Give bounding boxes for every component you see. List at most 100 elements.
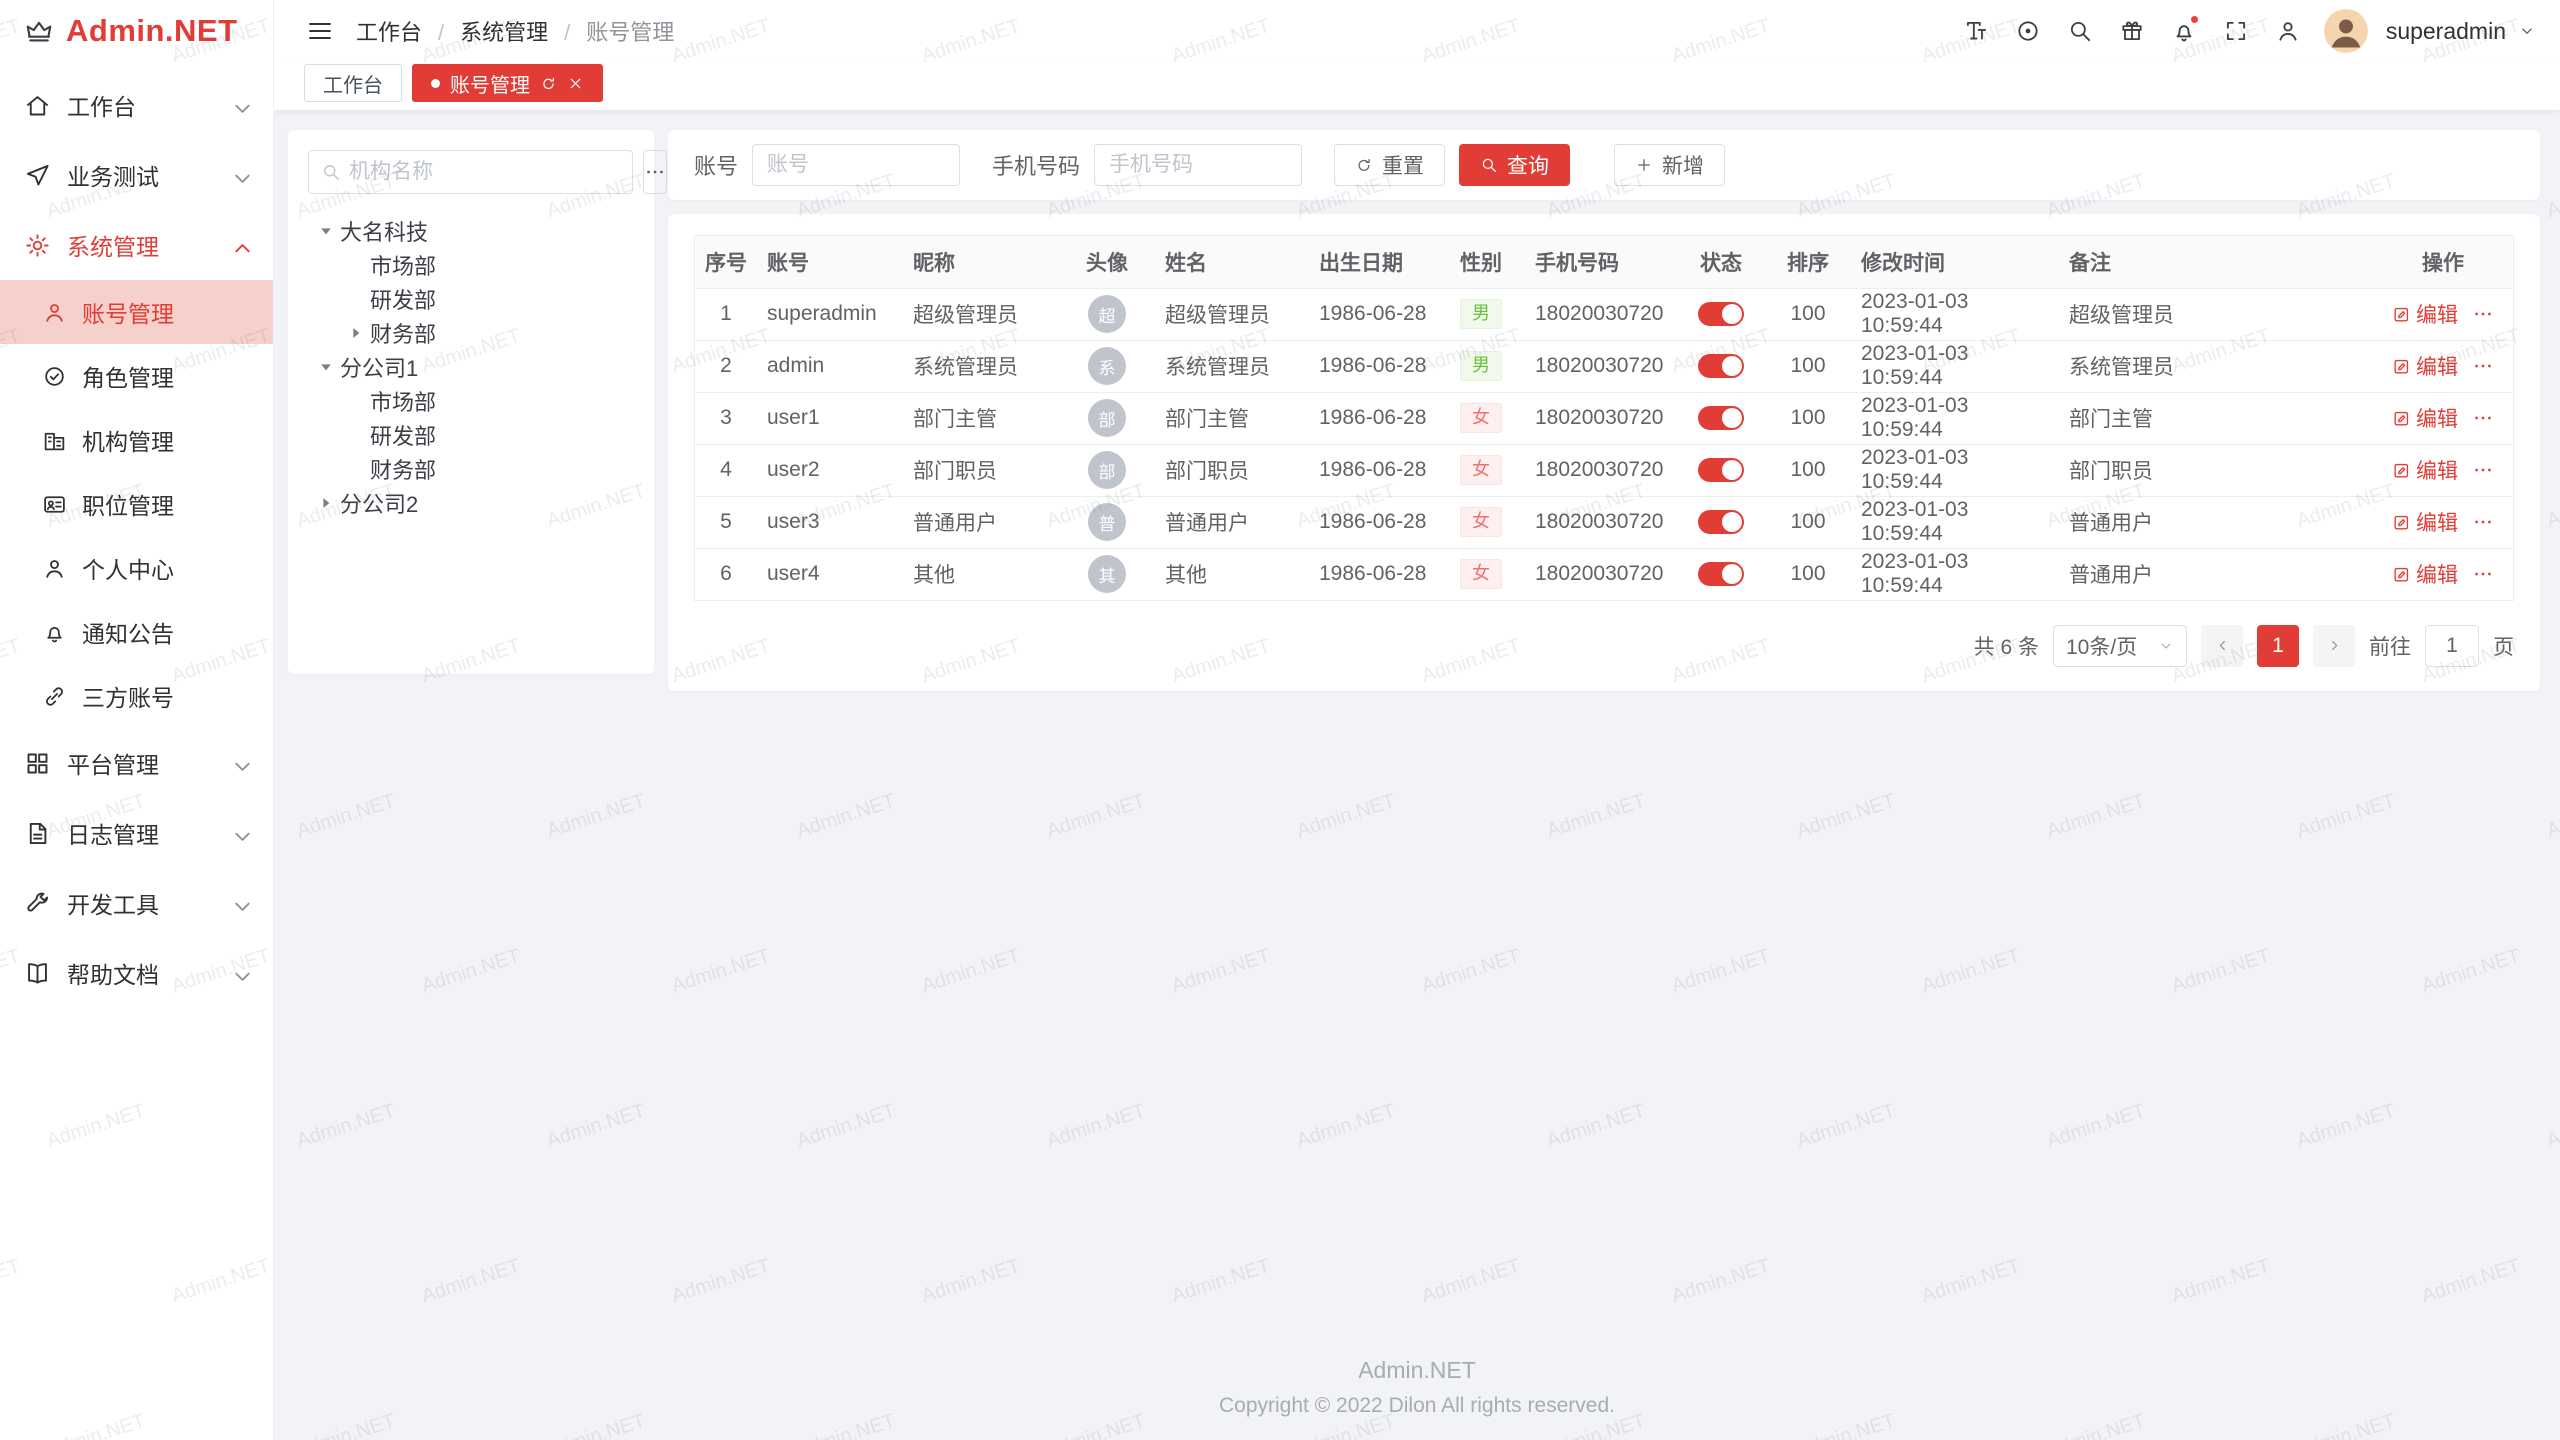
breadcrumb-item[interactable]: 工作台 [356, 15, 422, 47]
sidebar-item-notice[interactable]: 通知公告 [0, 600, 273, 664]
sidebar-item-org-mgmt[interactable]: 机构管理 [0, 408, 273, 472]
status-cell [1677, 444, 1765, 496]
chevron-down-icon[interactable] [2518, 22, 2536, 40]
sidebar-item-account-mgmt[interactable]: 账号管理 [0, 280, 273, 344]
chevron-down-icon [229, 753, 256, 780]
refresh-icon[interactable] [540, 75, 557, 92]
name-cell: 部门职员 [1155, 444, 1309, 496]
add-button[interactable]: 新增 [1614, 144, 1725, 186]
page-button-1[interactable]: 1 [2257, 625, 2299, 667]
edit-button[interactable]: 编辑 [2392, 299, 2458, 329]
row-more-button[interactable] [2472, 563, 2494, 585]
row-more-button[interactable] [2472, 459, 2494, 481]
tree-more-button[interactable] [643, 150, 667, 194]
index-cell: 1 [695, 288, 757, 340]
sidebar-item-role-mgmt[interactable]: 角色管理 [0, 344, 273, 408]
person-icon [2275, 18, 2301, 44]
next-page-button[interactable] [2313, 625, 2355, 667]
sidebar-item-log-mgmt[interactable]: 日志管理 [0, 798, 273, 868]
sidebar-item-system-mgmt[interactable]: 系统管理 [0, 210, 273, 280]
page-size-select[interactable]: 10条/页 [2053, 625, 2187, 667]
row-more-button[interactable] [2472, 303, 2494, 325]
edit-button[interactable]: 编辑 [2392, 507, 2458, 537]
tab-workbench[interactable]: 工作台 [304, 64, 402, 102]
column-header: 姓名 [1155, 236, 1309, 288]
modified-cell: 2023-01-03 10:59:44 [1851, 444, 2059, 496]
gender-badge: 男 [1460, 299, 1502, 329]
edit-button[interactable]: 编辑 [2392, 351, 2458, 381]
tab-account-mgmt[interactable]: 账号管理 [412, 64, 603, 102]
more-icon [2472, 563, 2494, 585]
gift-button[interactable] [2110, 9, 2154, 53]
edit-icon [2392, 305, 2411, 324]
status-toggle[interactable] [1698, 406, 1744, 430]
edit-button[interactable]: 编辑 [2392, 559, 2458, 589]
sidebar-item-position-mgmt[interactable]: 职位管理 [0, 472, 273, 536]
tree-node[interactable]: 分公司2 [308, 486, 634, 520]
caret-down-icon[interactable] [312, 356, 340, 378]
caret-right-icon[interactable] [312, 492, 340, 514]
index-cell: 5 [695, 496, 757, 548]
notification-button[interactable] [2162, 9, 2206, 53]
status-cell [1677, 392, 1765, 444]
tree-node-label: 财务部 [370, 453, 436, 485]
edit-button[interactable]: 编辑 [2392, 403, 2458, 433]
tree-node[interactable]: 分公司1 [308, 350, 634, 384]
username[interactable]: superadmin [2386, 18, 2506, 45]
status-toggle[interactable] [1698, 302, 1744, 326]
gender-cell: 女 [1437, 444, 1525, 496]
user-avatar[interactable] [2324, 9, 2368, 53]
row-more-button[interactable] [2472, 355, 2494, 377]
chevron-down-icon [229, 823, 256, 850]
goto-page-input[interactable] [2425, 625, 2479, 667]
tree-node[interactable]: 研发部 [308, 282, 634, 316]
status-cell [1677, 496, 1765, 548]
status-toggle[interactable] [1698, 510, 1744, 534]
query-button[interactable]: 查询 [1459, 144, 1570, 186]
edit-button[interactable]: 编辑 [2392, 455, 2458, 485]
sidebar-item-dev-tools[interactable]: 开发工具 [0, 868, 273, 938]
tree-node[interactable]: 研发部 [308, 418, 634, 452]
tree-node[interactable]: 市场部 [308, 384, 634, 418]
status-toggle[interactable] [1698, 562, 1744, 586]
gender-badge: 女 [1460, 403, 1502, 433]
theme-button[interactable] [2006, 9, 2050, 53]
caret-down-icon[interactable] [312, 220, 340, 242]
chevron-down-icon [229, 95, 256, 122]
breadcrumb: 工作台 系统管理 账号管理 [356, 15, 674, 47]
hamburger-button[interactable] [298, 9, 342, 53]
reset-label: 重置 [1382, 150, 1424, 180]
header-toolbar: superadmin [1954, 9, 2536, 53]
caret-right-icon[interactable] [342, 322, 370, 344]
close-icon[interactable] [567, 75, 584, 92]
active-dot [431, 79, 440, 88]
status-toggle[interactable] [1698, 458, 1744, 482]
row-more-button[interactable] [2472, 407, 2494, 429]
phone-filter-input[interactable] [1094, 144, 1302, 186]
status-toggle[interactable] [1698, 354, 1744, 378]
sidebar-item-business-test[interactable]: 业务测试 [0, 140, 273, 210]
account-filter-input[interactable] [752, 144, 960, 186]
sidebar-item-third-party-account[interactable]: 三方账号 [0, 664, 273, 728]
prev-page-button[interactable] [2201, 625, 2243, 667]
fullscreen-button[interactable] [2214, 9, 2258, 53]
phone-cell: 18020030720 [1525, 340, 1677, 392]
name-cell: 系统管理员 [1155, 340, 1309, 392]
tree-node[interactable]: 财务部 [308, 316, 634, 350]
sidebar-item-help-docs[interactable]: 帮助文档 [0, 938, 273, 1008]
reset-button[interactable]: 重置 [1334, 144, 1445, 186]
search-button[interactable] [2058, 9, 2102, 53]
toggle-knob [1722, 408, 1742, 428]
column-header: 手机号码 [1525, 236, 1677, 288]
profile-button[interactable] [2266, 9, 2310, 53]
sidebar-item-workbench[interactable]: 工作台 [0, 70, 273, 140]
tree-node[interactable]: 大名科技 [308, 214, 634, 248]
sidebar-item-platform-mgmt[interactable]: 平台管理 [0, 728, 273, 798]
sidebar-item-personal-center[interactable]: 个人中心 [0, 536, 273, 600]
tree-node[interactable]: 市场部 [308, 248, 634, 282]
row-more-button[interactable] [2472, 511, 2494, 533]
org-search-input[interactable] [349, 160, 620, 184]
breadcrumb-item[interactable]: 系统管理 [422, 15, 548, 47]
font-size-button[interactable] [1954, 9, 1998, 53]
tree-node[interactable]: 财务部 [308, 452, 634, 486]
